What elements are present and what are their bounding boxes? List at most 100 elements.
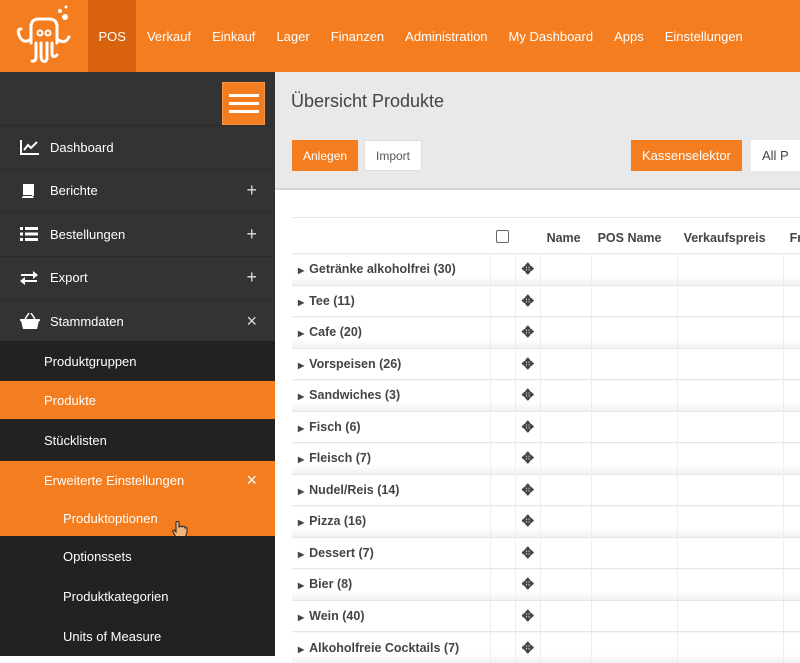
drag-handle-icon[interactable]: ✥: [515, 632, 541, 663]
column-header[interactable]: Fr: [784, 218, 800, 254]
expand-triangle-icon[interactable]: ▶: [298, 550, 304, 559]
topnav-item-lager[interactable]: Lager: [266, 0, 320, 72]
sidebar-subitem-units-of-measure[interactable]: Units of Measure: [0, 616, 275, 656]
table-row-group[interactable]: ▶Nudel/Reis (14) ✥: [292, 474, 800, 506]
group-name[interactable]: ▶Tee (11): [292, 285, 490, 317]
drag-handle-icon[interactable]: ✥: [515, 411, 541, 443]
table-row-group[interactable]: ▶Vorspeisen (26) ✥: [292, 348, 800, 380]
expand-triangle-icon[interactable]: ▶: [298, 581, 304, 590]
table-row-group[interactable]: ▶Fisch (6) ✥: [292, 411, 800, 443]
expand-icon[interactable]: +: [246, 224, 257, 245]
table-row-group[interactable]: ▶Tee (11) ✥: [292, 285, 800, 317]
group-name[interactable]: ▶Fisch (6): [292, 411, 490, 443]
topnav-item-finanzen[interactable]: Finanzen: [320, 0, 394, 72]
topnav-item-verkauf[interactable]: Verkauf: [136, 0, 201, 72]
sidebar-subitem-label: Optionssets: [63, 549, 132, 564]
expand-triangle-icon[interactable]: ▶: [298, 613, 304, 622]
topnav-item-apps[interactable]: Apps: [604, 0, 655, 72]
sidebar-subitem-optionssets[interactable]: Optionssets: [0, 536, 275, 576]
group-name[interactable]: ▶Dessert (7): [292, 537, 490, 569]
expand-triangle-icon[interactable]: ▶: [298, 298, 304, 307]
list-icon: [20, 226, 42, 242]
group-name[interactable]: ▶Pizza (16): [292, 506, 490, 538]
sidebar-subitem-label: Produktgruppen: [44, 354, 137, 369]
drag-handle-icon[interactable]: ✥: [515, 443, 541, 475]
drag-handle-icon[interactable]: ✥: [515, 506, 541, 538]
expand-triangle-icon[interactable]: ▶: [298, 266, 304, 275]
sidebar-item-berichte[interactable]: Berichte +: [0, 169, 275, 212]
group-name[interactable]: ▶Vorspeisen (26): [292, 348, 490, 380]
sidebar-subitem-produktoptionen[interactable]: Produktoptionen: [0, 499, 275, 537]
collapse-icon[interactable]: ×: [246, 470, 257, 491]
expand-triangle-icon[interactable]: ▶: [298, 455, 304, 464]
hamburger-menu-button[interactable]: [222, 82, 265, 125]
drag-handle-icon[interactable]: ✥: [515, 285, 541, 317]
column-header[interactable]: Verkaufspreis: [678, 218, 784, 254]
topnav-item-einstellungen[interactable]: Einstellungen: [654, 0, 753, 72]
group-name[interactable]: ▶Fleisch (7): [292, 443, 490, 475]
select-all-checkbox[interactable]: [496, 230, 509, 243]
expand-icon[interactable]: +: [246, 180, 257, 201]
table-row-group[interactable]: ▶Alkoholfreie Cocktails (7) ✥: [292, 632, 800, 663]
column-header[interactable]: POS Name: [592, 218, 678, 254]
expand-triangle-icon[interactable]: ▶: [298, 424, 304, 433]
expand-icon[interactable]: +: [246, 267, 257, 288]
expand-triangle-icon[interactable]: ▶: [298, 645, 304, 654]
kassenselektor-select[interactable]: All P: [751, 140, 800, 171]
table-row-group[interactable]: ▶Wein (40) ✥: [292, 600, 800, 632]
topnav-item-administration[interactable]: Administration: [395, 0, 498, 72]
sidebar-subitem-produktgruppen[interactable]: Produktgruppen: [0, 341, 275, 381]
import-button[interactable]: Import: [364, 140, 422, 171]
chart-line-icon: [20, 139, 42, 155]
sidebar-subitem-label: Units of Measure: [63, 629, 161, 644]
topnav-item-einkauf[interactable]: Einkauf: [202, 0, 266, 72]
sidebar-item-bestellungen[interactable]: Bestellungen+: [0, 212, 275, 255]
sidebar-subitem-produktkategorien[interactable]: Produktkategorien: [0, 576, 275, 616]
group-name[interactable]: ▶Cafe (20): [292, 317, 490, 349]
group-name[interactable]: ▶Bier (8): [292, 569, 490, 601]
logo-octopus-icon[interactable]: [0, 0, 88, 72]
expand-triangle-icon[interactable]: ▶: [298, 518, 304, 527]
drag-handle-icon[interactable]: ✥: [515, 569, 541, 601]
expand-triangle-icon[interactable]: ▶: [298, 361, 304, 370]
table-row-group[interactable]: ▶Dessert (7) ✥: [292, 537, 800, 569]
group-name[interactable]: ▶Alkoholfreie Cocktails (7): [292, 632, 490, 663]
group-name[interactable]: ▶Wein (40): [292, 600, 490, 632]
topnav-item-my-dashboard[interactable]: My Dashboard: [498, 0, 604, 72]
group-name[interactable]: ▶Getränke alkoholfrei (30): [292, 254, 490, 286]
drag-handle-icon[interactable]: ✥: [515, 537, 541, 569]
drag-handle-icon[interactable]: ✥: [515, 348, 541, 380]
table-row-group[interactable]: ▶Getränke alkoholfrei (30) ✥: [292, 254, 800, 286]
drag-handle-icon[interactable]: ✥: [515, 600, 541, 632]
anlegen-button[interactable]: Anlegen: [292, 140, 358, 171]
drag-handle-icon[interactable]: ✥: [515, 380, 541, 412]
table-row-group[interactable]: ▶Fleisch (7) ✥: [292, 443, 800, 475]
topnav-item-pos[interactable]: POS: [88, 0, 136, 72]
sidebar-subitem-produkte[interactable]: Produkte: [0, 381, 275, 419]
sidebar-item-stammdaten[interactable]: Stammdaten×: [0, 299, 275, 342]
sidebar-item-export[interactable]: Export +: [0, 256, 275, 299]
sidebar: DashboardBerichte+Bestellungen+Export+St…: [0, 72, 275, 653]
basket-icon: [20, 313, 42, 329]
table-row-group[interactable]: ▶Bier (8) ✥: [292, 569, 800, 601]
collapse-icon[interactable]: ×: [246, 311, 257, 332]
sidebar-item-label: Berichte: [50, 183, 98, 198]
sidebar-subitem-erweiterte-einstellungen[interactable]: Erweiterte Einstellungen×: [0, 461, 275, 499]
drag-handle-icon[interactable]: ✥: [515, 254, 541, 286]
group-name[interactable]: ▶Nudel/Reis (14): [292, 474, 490, 506]
sidebar-subitem-stücklisten[interactable]: Stücklisten: [0, 419, 275, 461]
table-row-group[interactable]: ▶Sandwiches (3) ✥: [292, 380, 800, 412]
sidebar-item-label: Export: [50, 270, 88, 285]
kassenselektor-label: Kassenselektor: [631, 140, 742, 171]
table-row-group[interactable]: ▶Cafe (20) ✥: [292, 317, 800, 349]
expand-triangle-icon[interactable]: ▶: [298, 487, 304, 496]
sidebar-item-dashboard[interactable]: Dashboard: [0, 125, 275, 168]
drag-handle-icon[interactable]: ✥: [515, 317, 541, 349]
column-header[interactable]: Name: [541, 218, 592, 254]
group-name[interactable]: ▶Sandwiches (3): [292, 380, 490, 412]
expand-triangle-icon[interactable]: ▶: [298, 392, 304, 401]
expand-triangle-icon[interactable]: ▶: [298, 329, 304, 338]
sidebar-subitem-label: Produkte: [44, 393, 96, 408]
table-row-group[interactable]: ▶Pizza (16) ✥: [292, 506, 800, 538]
drag-handle-icon[interactable]: ✥: [515, 474, 541, 506]
